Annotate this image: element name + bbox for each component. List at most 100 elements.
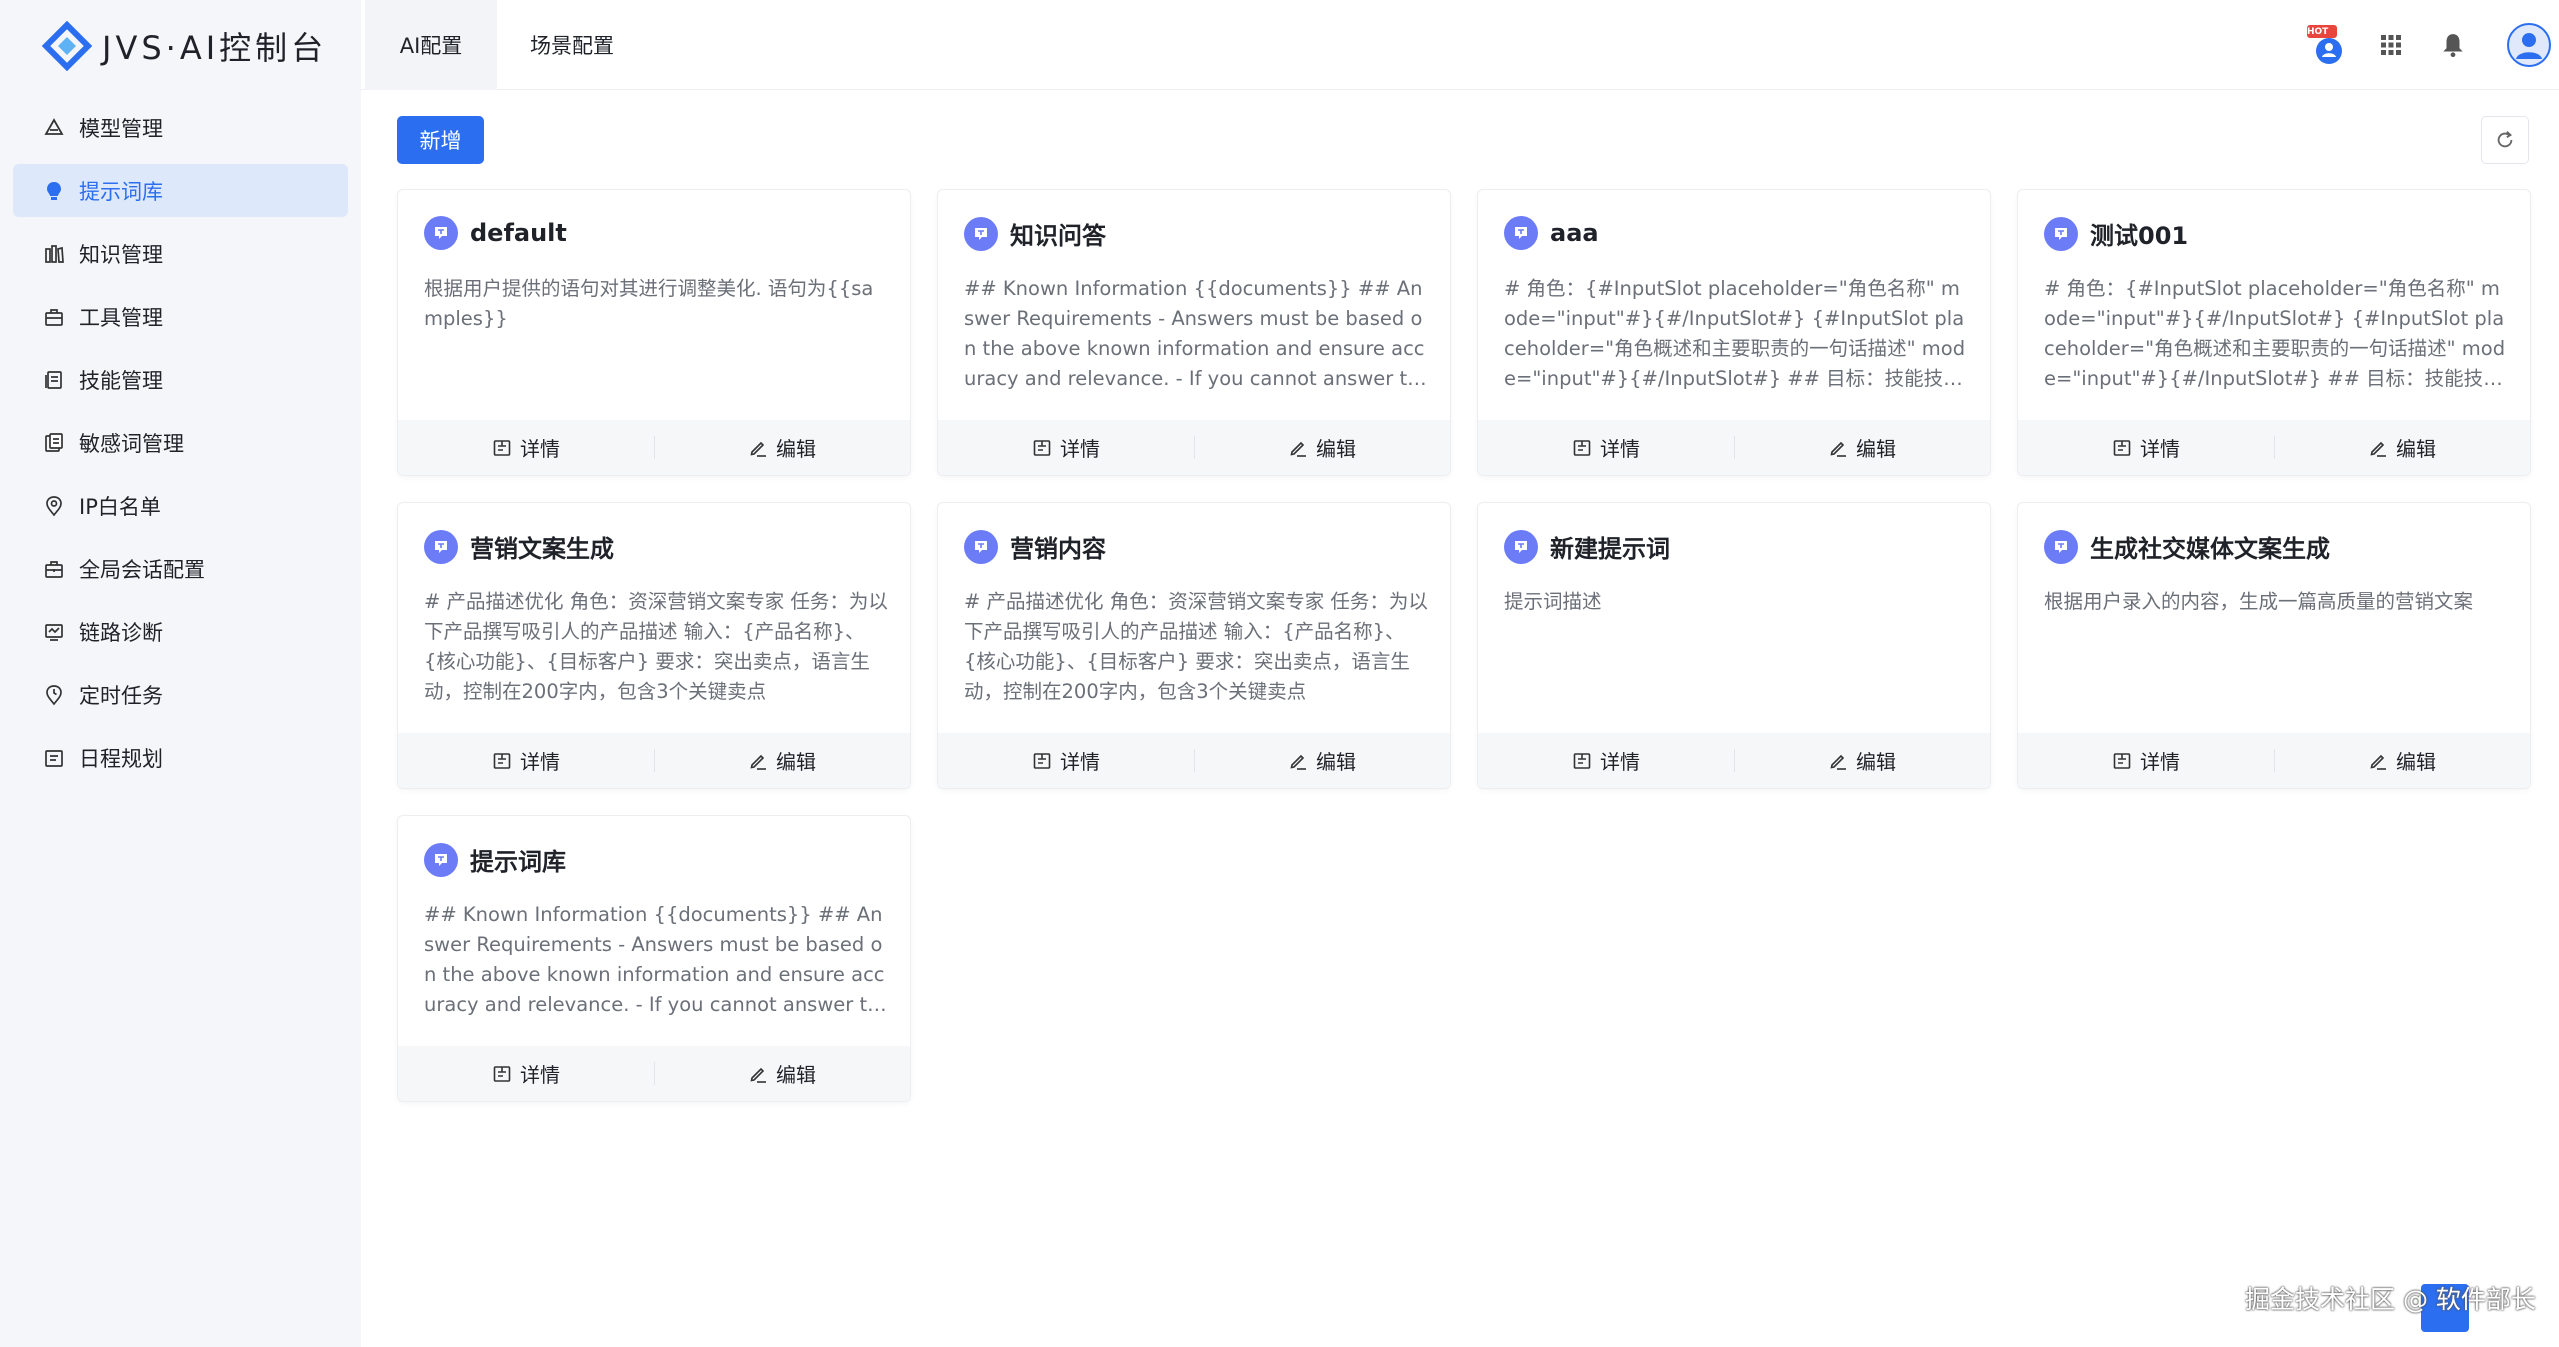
sidebar-item-label: 全局会话配置: [79, 557, 205, 582]
edit-button[interactable]: 编辑: [1194, 420, 1450, 475]
prompt-badge-icon: [424, 216, 458, 250]
diagnose-icon: [43, 621, 65, 643]
detail-button[interactable]: 详情: [1478, 420, 1734, 475]
app-title: JVS·AI控制台: [102, 29, 328, 67]
edit-icon: [750, 754, 766, 770]
detail-button[interactable]: 详情: [398, 1046, 654, 1101]
detail-label: 详情: [1600, 750, 1640, 774]
tab-ai-config[interactable]: AI配置: [365, 0, 497, 90]
detail-icon: [493, 439, 511, 456]
card-header: 新建提示词: [1504, 529, 1670, 564]
topbar-actions: HOT: [2299, 0, 2559, 90]
sidebar-item-label: 技能管理: [79, 368, 163, 393]
sidebar-item-knowledge[interactable]: 知识管理: [13, 227, 348, 280]
edit-button[interactable]: 编辑: [1734, 733, 1990, 788]
prompt-card[interactable]: 生成社交媒体文案生成根据用户录入的内容，生成一篇高质量的营销文案详情 编辑: [2017, 502, 2531, 789]
edit-button[interactable]: 编辑: [2274, 733, 2530, 788]
detail-button[interactable]: 详情: [938, 420, 1194, 475]
grid-icon: [2381, 35, 2401, 55]
edit-label: 编辑: [1316, 437, 1356, 461]
card-description: 根据用户录入的内容，生成一篇高质量的营销文案: [2044, 590, 2474, 613]
sidebar-item-sensitive-words[interactable]: 敏感词管理: [13, 416, 348, 469]
card-description: ## Known Information {{documents}} ## An…: [964, 277, 1425, 390]
card-header: 营销文案生成: [424, 529, 614, 564]
edit-button[interactable]: 编辑: [1194, 733, 1450, 788]
edit-icon: [750, 441, 766, 457]
prompt-card[interactable]: 新建提示词 提示词描述 详情 编辑: [1477, 502, 1991, 789]
refresh-button[interactable]: [2481, 116, 2529, 164]
prompt-badge-icon: [2044, 529, 2078, 564]
edit-button[interactable]: 编辑: [1734, 420, 1990, 475]
prompt-card[interactable]: 提示词库 ## Known Information {{documents}} #…: [397, 815, 911, 1102]
card-title: 生成社交媒体文案生成: [2090, 535, 2330, 563]
pin-icon: [43, 684, 65, 706]
card-header: default: [424, 216, 567, 250]
card-description: # 产品描述优化 角色：资深营销文案专家 任务：为以下产品撰写吸引人的产品描述 …: [964, 590, 1428, 703]
topbar: AI配置 场景配置 HOT: [361, 0, 2559, 90]
add-button[interactable]: 新增: [397, 116, 484, 164]
notifications-button[interactable]: [2433, 25, 2473, 65]
card-description: ## Known Information {{documents}} ## An…: [424, 903, 885, 1016]
detail-label: 详情: [1060, 750, 1100, 774]
card-actions: 详情 编辑: [398, 733, 910, 788]
card-actions: 详情 编辑: [938, 733, 1450, 788]
sidebar-item-label: 知识管理: [79, 242, 163, 267]
card-description: 根据用户提供的语句对其进行调整美化. 语句为{{samples}}: [424, 277, 874, 330]
edit-icon: [1290, 754, 1306, 770]
detail-button[interactable]: 详情: [938, 733, 1194, 788]
sidebar-item-ip-whitelist[interactable]: IP白名单: [13, 479, 348, 532]
prompt-card[interactable]: aaa # 角色：{#InputSlot placeholder="角色名称" m…: [1477, 189, 1991, 476]
prompt-badge-icon: [964, 216, 998, 251]
edit-button[interactable]: 编辑: [654, 1046, 910, 1101]
user-avatar[interactable]: [2507, 23, 2551, 67]
prompt-badge-icon: [964, 529, 998, 564]
edit-label: 编辑: [1316, 750, 1356, 774]
card-actions: 详情 编辑: [2018, 420, 2530, 475]
sidebar-item-label: IP白名单: [79, 494, 161, 519]
card-header: 知识问答: [964, 216, 1106, 251]
app-logo[interactable]: JVS·AI控制台: [42, 20, 327, 72]
edit-label: 编辑: [1856, 437, 1896, 461]
detail-icon: [493, 752, 511, 769]
sidebar-item-tools[interactable]: 工具管理: [13, 290, 348, 343]
edit-icon: [1290, 441, 1306, 457]
card-header: aaa: [1504, 216, 1599, 250]
edit-button[interactable]: 编辑: [654, 733, 910, 788]
detail-button[interactable]: 详情: [2018, 420, 2274, 475]
skill-icon: [43, 369, 65, 391]
logo-icon: [42, 21, 92, 71]
sensitive-icon: [43, 432, 65, 454]
card-actions: 详情 编辑: [1478, 733, 1990, 788]
card-description: # 角色：{#InputSlot placeholder="角色名称" mode…: [2044, 277, 2506, 390]
detail-button[interactable]: 详情: [1478, 733, 1734, 788]
prompt-card[interactable]: 测试001 # 角色：{#InputSlot placeholder="角色名称"…: [2017, 189, 2531, 476]
edit-button[interactable]: 编辑: [654, 420, 910, 475]
edit-button[interactable]: 编辑: [2274, 420, 2530, 475]
prompt-card[interactable]: 营销文案生成 # 产品描述优化 角色：资深营销文案专家 任务：为以下产品撰写吸引人…: [397, 502, 911, 789]
hot-feature-button[interactable]: HOT: [2299, 17, 2355, 73]
briefcase-icon: [43, 558, 65, 580]
prompt-card[interactable]: default 根据用户提供的语句对其进行调整美化. 语句为{{samples}}…: [397, 189, 911, 476]
prompt-badge-icon: [424, 842, 458, 877]
detail-label: 详情: [2140, 750, 2180, 774]
sidebar-item-scheduled-tasks[interactable]: 定时任务: [13, 668, 348, 721]
detail-button[interactable]: 详情: [398, 420, 654, 475]
sidebar-item-global-session[interactable]: 全局会话配置: [13, 542, 348, 595]
detail-button[interactable]: 详情: [398, 733, 654, 788]
sidebar-item-trace-diagnosis[interactable]: 链路诊断: [13, 605, 348, 658]
prompt-card[interactable]: 营销内容 # 产品描述优化 角色：资深营销文案专家 任务：为以下产品撰写吸引人的产…: [937, 502, 1451, 789]
apps-button[interactable]: [2371, 25, 2411, 65]
detail-icon: [2113, 439, 2131, 456]
books-icon: [43, 243, 65, 265]
sidebar-item-skills[interactable]: 技能管理: [13, 353, 348, 406]
lightbulb-icon: [43, 180, 65, 202]
sidebar-item-label: 提示词库: [79, 179, 163, 204]
detail-button[interactable]: 详情: [2018, 733, 2274, 788]
sidebar-item-schedule-planning[interactable]: 日程规划: [13, 731, 348, 784]
sidebar-item-prompts[interactable]: 提示词库: [13, 164, 348, 217]
tab-scene-config[interactable]: 场景配置: [497, 0, 647, 90]
detail-label: 详情: [2140, 437, 2180, 461]
avatar-icon: [2507, 23, 2551, 67]
prompt-card[interactable]: 知识问答 ## Known Information {{documents}} #…: [937, 189, 1451, 476]
sidebar-item-model[interactable]: 模型管理: [13, 101, 348, 154]
